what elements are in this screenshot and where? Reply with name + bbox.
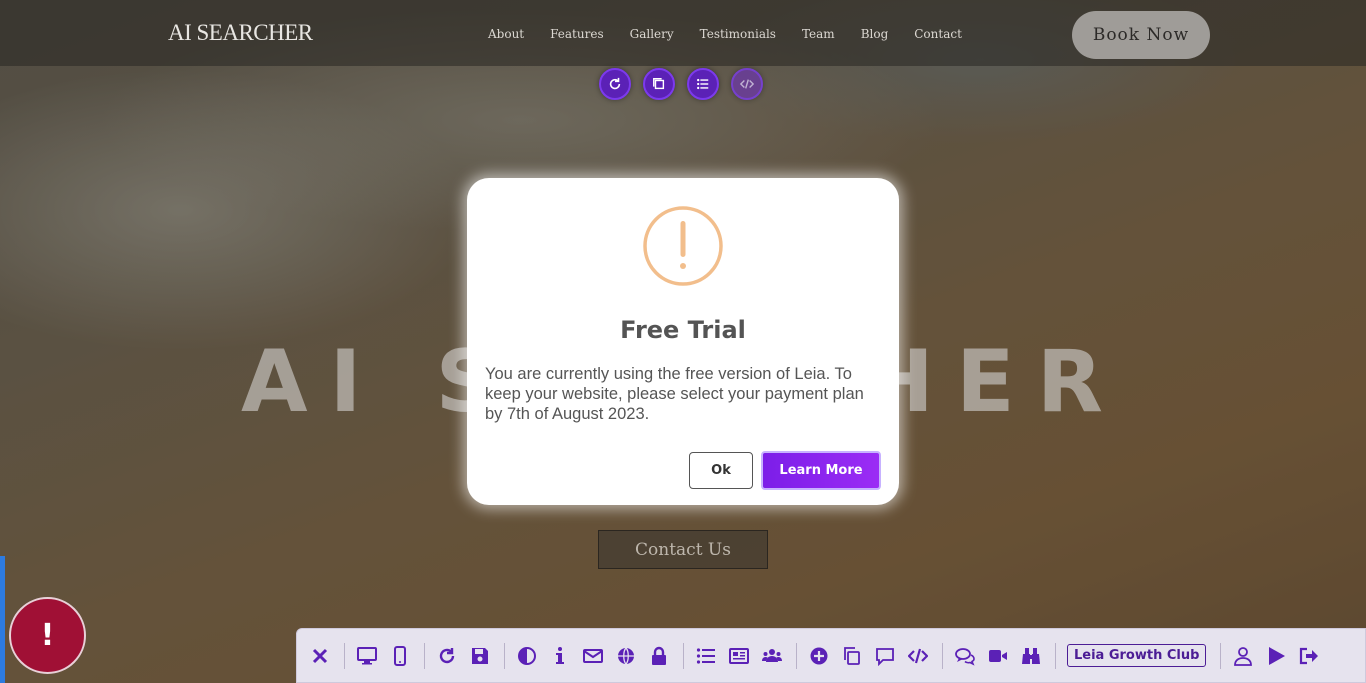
side-panel-handle[interactable] — [0, 556, 5, 683]
exclamation-circle-icon — [643, 206, 723, 286]
save-icon[interactable] — [469, 645, 491, 667]
info-icon[interactable] — [549, 645, 571, 667]
modal-title: Free Trial — [620, 316, 746, 344]
list-icon[interactable] — [687, 68, 719, 100]
mail-icon[interactable] — [582, 645, 604, 667]
main-nav: About Features Gallery Testimonials Team… — [488, 27, 988, 41]
duplicate-icon[interactable] — [841, 645, 863, 667]
modal-message: You are currently using the free version… — [485, 365, 864, 423]
chat-icon[interactable] — [954, 645, 976, 667]
nav-gallery[interactable]: Gallery — [630, 27, 674, 41]
nav-blog[interactable]: Blog — [861, 27, 889, 41]
site-logo[interactable]: AI SEARCHER — [168, 20, 313, 46]
toolbar-divider — [344, 642, 345, 669]
toolbar-divider — [1220, 642, 1222, 669]
alert-button[interactable]: ! — [9, 597, 86, 674]
toolbar-divider — [942, 642, 943, 669]
site-header: AI SEARCHER About Features Gallery Testi… — [0, 0, 1366, 66]
redo-icon[interactable] — [436, 645, 458, 667]
nav-testimonials[interactable]: Testimonials — [700, 27, 776, 41]
list-icon[interactable] — [695, 645, 717, 667]
lock-icon[interactable] — [648, 645, 670, 667]
code-icon[interactable] — [907, 645, 929, 667]
toolbar-divider — [1055, 642, 1056, 669]
toolbar-divider — [504, 642, 505, 669]
globe-icon[interactable] — [615, 645, 637, 667]
toolbar-divider — [683, 642, 684, 669]
editor-toolbar: Leia Growth Club — [296, 628, 1366, 683]
free-trial-modal: Free Trial You are currently using the f… — [467, 178, 899, 505]
book-now-button[interactable]: Book Now — [1072, 11, 1210, 59]
nav-contact[interactable]: Contact — [914, 27, 962, 41]
newspaper-icon[interactable] — [728, 645, 750, 667]
mobile-icon[interactable] — [389, 645, 411, 667]
toolbar-divider — [424, 642, 425, 669]
add-circle-icon[interactable] — [808, 645, 830, 667]
play-icon[interactable] — [1265, 645, 1287, 667]
code-icon[interactable] — [731, 68, 763, 100]
leia-growth-club-button[interactable]: Leia Growth Club — [1067, 644, 1207, 667]
nav-features[interactable]: Features — [550, 27, 603, 41]
comment-icon[interactable] — [874, 645, 896, 667]
video-icon[interactable] — [987, 645, 1009, 667]
refresh-icon[interactable] — [599, 68, 631, 100]
binoculars-icon[interactable] — [1020, 645, 1042, 667]
editor-mini-tools — [599, 68, 763, 100]
contact-us-button[interactable]: Contact Us — [598, 530, 768, 569]
toolbar-divider — [796, 642, 797, 669]
user-icon[interactable] — [1232, 645, 1254, 667]
users-icon[interactable] — [761, 645, 783, 667]
desktop-icon[interactable] — [356, 645, 378, 667]
nav-about[interactable]: About — [488, 27, 524, 41]
copy-icon[interactable] — [643, 68, 675, 100]
logout-icon[interactable] — [1298, 645, 1320, 667]
close-icon[interactable] — [309, 645, 331, 667]
contrast-icon[interactable] — [516, 645, 538, 667]
ok-button[interactable]: Ok — [689, 452, 753, 489]
learn-more-button[interactable]: Learn More — [761, 451, 881, 490]
nav-team[interactable]: Team — [802, 27, 835, 41]
